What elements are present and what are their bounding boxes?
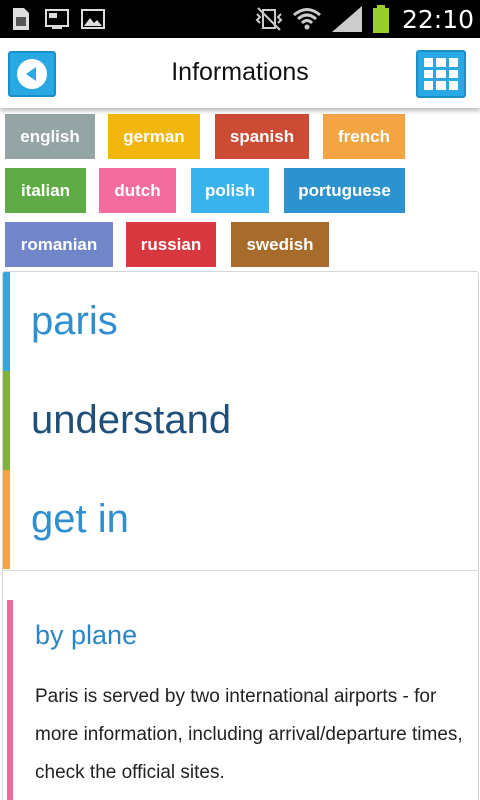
section-paris[interactable]: paris <box>3 272 478 371</box>
section-understand[interactable]: understand <box>3 371 478 470</box>
vibrate-mute-icon <box>255 7 283 31</box>
lang-button-french[interactable]: french <box>323 114 405 159</box>
section-title: paris <box>31 299 118 343</box>
section-get-in[interactable]: get in <box>3 470 478 569</box>
subsection-title: by plane <box>35 620 138 650</box>
screen-icon <box>45 9 69 29</box>
section-title: get in <box>31 497 129 541</box>
gallery-icon <box>81 9 105 29</box>
lang-button-swedish[interactable]: swedish <box>231 222 329 267</box>
lang-button-spanish[interactable]: spanish <box>215 114 309 159</box>
sim-card-icon <box>13 8 29 30</box>
wifi-icon <box>292 8 321 30</box>
clock: 22:10 <box>401 4 474 34</box>
grid-menu-button[interactable] <box>416 50 466 98</box>
lang-button-romanian[interactable]: romanian <box>5 222 113 267</box>
lang-button-dutch[interactable]: dutch <box>99 168 176 213</box>
content-panel: paris understand get in by plane Paris i… <box>2 271 479 800</box>
signal-icon <box>331 6 362 32</box>
status-bar: 22:10 <box>0 0 480 38</box>
page-title: Informations <box>171 58 309 86</box>
lang-button-english[interactable]: english <box>5 114 95 159</box>
section-bar <box>3 470 10 569</box>
subsection-bar <box>7 600 13 800</box>
grid-icon <box>424 58 434 67</box>
subsection-text: Paris is served by two international air… <box>35 686 463 783</box>
section-bar <box>3 272 10 371</box>
lang-button-italian[interactable]: italian <box>5 168 86 213</box>
lang-button-german[interactable]: german <box>108 114 200 159</box>
lang-button-polish[interactable]: polish <box>191 168 269 213</box>
section-bar <box>3 371 10 470</box>
section-title: understand <box>31 398 232 442</box>
lang-button-russian[interactable]: russian <box>126 222 216 267</box>
app-header: Informations <box>0 38 480 108</box>
battery-icon <box>372 5 389 33</box>
lang-button-portuguese[interactable]: portuguese <box>284 168 405 213</box>
divider <box>3 570 478 571</box>
